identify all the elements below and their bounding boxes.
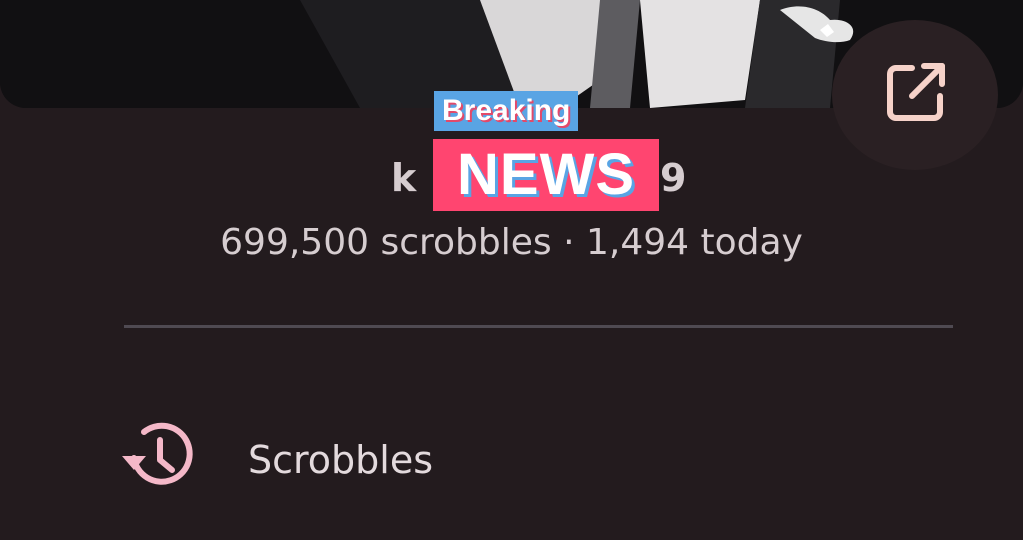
scrobble-stats: 699,500 scrobbles · 1,494 today bbox=[220, 222, 803, 263]
username-left: k bbox=[391, 156, 418, 200]
menu-item-label: Scrobbles bbox=[248, 438, 434, 482]
divider bbox=[124, 325, 953, 328]
username-right: 9 bbox=[660, 156, 688, 200]
open-external-button[interactable] bbox=[832, 20, 998, 170]
menu-item-scrobbles[interactable]: Scrobbles bbox=[108, 408, 988, 516]
open-in-new-icon bbox=[887, 63, 945, 121]
profile-screen: k 9 699,500 scrobbles · 1,494 today Brea… bbox=[0, 0, 1023, 540]
history-icon bbox=[122, 422, 193, 485]
breaking-label: Breaking bbox=[434, 91, 579, 131]
news-label: NEWS bbox=[433, 139, 659, 211]
